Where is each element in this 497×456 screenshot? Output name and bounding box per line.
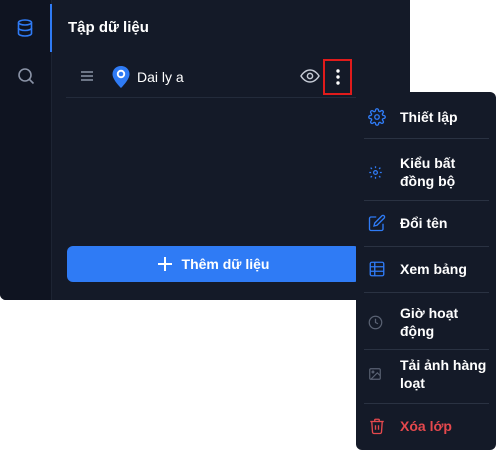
menu-item-label: Đổi tên <box>400 215 448 231</box>
data-panel: Tập dữ liệu Dai ly a Thêm dữ liệu <box>0 0 410 300</box>
menu-item-bulk-image-upload[interactable]: Tải ảnh hàng loạt <box>364 354 489 394</box>
side-rail <box>0 0 52 300</box>
add-data-label: Thêm dữ liệu <box>181 256 270 272</box>
add-data-button[interactable]: Thêm dữ liệu <box>67 246 360 282</box>
menu-divider <box>364 292 489 293</box>
menu-item-label: Xóa lớp <box>400 418 452 434</box>
map-pin-icon <box>112 66 130 88</box>
layer-name: Dai ly a <box>137 69 184 85</box>
clock-icon <box>368 315 383 329</box>
panel-title: Tập dữ liệu <box>68 19 149 36</box>
more-vertical-icon <box>335 69 340 85</box>
edit-icon <box>368 214 386 232</box>
menu-item-label: Giờ hoạt động <box>400 305 459 339</box>
database-icon <box>17 19 33 37</box>
image-icon <box>369 368 381 380</box>
menu-item-label: Xem bảng <box>400 261 467 277</box>
menu-item-label: Kiểu bất đồng bộ <box>400 155 456 189</box>
menu-item-label: Thiết lập <box>400 109 458 125</box>
menu-item-operating-hours[interactable]: Giờ hoạt động <box>364 302 489 342</box>
menu-item-view-table[interactable]: Xem bảng <box>364 256 489 282</box>
menu-divider <box>364 349 489 350</box>
menu-item-delete-layer[interactable]: Xóa lớp <box>364 413 489 439</box>
drag-handle-icon[interactable] <box>80 70 94 82</box>
trash-icon <box>370 418 384 435</box>
table-icon <box>369 261 385 277</box>
search-icon <box>18 68 35 85</box>
layer-row[interactable]: Dai ly a <box>66 56 360 98</box>
layer-more-button[interactable] <box>323 59 352 95</box>
menu-item-settings[interactable]: Thiết lập <box>364 104 489 130</box>
rail-item-database[interactable] <box>0 4 52 52</box>
rail-item-search[interactable] <box>0 52 52 100</box>
plus-icon <box>157 257 172 271</box>
menu-item-rename[interactable]: Đổi tên <box>364 210 489 236</box>
gear-icon <box>368 108 386 126</box>
menu-item-label: Tải ảnh hàng loạt <box>400 357 487 391</box>
layer-context-menu: Thiết lập Kiểu bất đồng bộ Đổi tên Xem b… <box>356 92 496 450</box>
menu-divider <box>364 138 489 139</box>
menu-divider <box>364 200 489 201</box>
menu-divider <box>364 246 489 247</box>
menu-divider <box>364 403 489 404</box>
eye-icon[interactable] <box>300 68 320 84</box>
sync-settings-icon <box>369 165 382 179</box>
menu-item-async-style[interactable]: Kiểu bất đồng bộ <box>364 152 489 192</box>
